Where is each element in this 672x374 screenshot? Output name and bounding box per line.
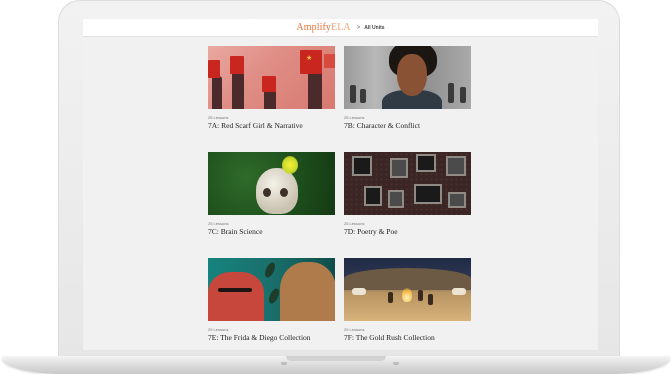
thumb-person [428, 294, 433, 305]
lesson-count: 25 Lessons [344, 327, 365, 332]
lesson-count: 25 Lessons [208, 327, 229, 332]
unit-thumbnail-red-scarf-girl[interactable]: ★ [208, 46, 335, 109]
unit-card-7e[interactable]: 25 Lessons 7E: The Frida & Diego Collect… [208, 258, 335, 342]
thumb-skull-eye [263, 188, 271, 197]
thumb-hand [212, 76, 222, 109]
thumb-leaf [266, 287, 282, 305]
thumb-picture-frame [414, 184, 442, 204]
laptop-hinge-mark [393, 362, 399, 365]
thumb-red-book [262, 76, 276, 92]
breadcrumb-all-units[interactable]: All Units [364, 25, 384, 31]
unit-thumbnail-character-conflict[interactable] [344, 46, 471, 109]
thumb-red-book [324, 54, 335, 68]
unit-card-7b[interactable]: 25 Lessons 7B: Character & Conflict [344, 46, 471, 130]
thumb-picture-frame [448, 192, 466, 208]
unit-title[interactable]: 7D: Poetry & Poe [344, 227, 471, 236]
thumb-leaf [262, 261, 278, 279]
unit-title[interactable]: 7F: The Gold Rush Collection [344, 333, 471, 342]
thumb-red-book [230, 56, 244, 74]
unit-title[interactable]: 7A: Red Scarf Girl & Narrative [208, 121, 335, 130]
thumb-hand [232, 72, 244, 109]
thumb-picture-frame [364, 186, 382, 206]
thumb-picture-frame [352, 156, 372, 176]
unit-title[interactable]: 7C: Brain Science [208, 227, 335, 236]
laptop-base [2, 356, 670, 374]
lesson-count: 25 Lessons [344, 221, 365, 226]
thumb-frida-face [208, 272, 264, 321]
unit-thumbnail-poetry-poe[interactable] [344, 152, 471, 215]
thumb-hand [308, 68, 322, 109]
amplify-ela-logo[interactable]: AmplifyELA [296, 22, 350, 33]
thumb-red-book [208, 60, 220, 78]
thumb-hill [344, 268, 471, 290]
unit-card-7d[interactable]: 25 Lessons 7D: Poetry & Poe [344, 152, 471, 236]
thumb-background-figure [360, 89, 366, 103]
thumb-face [397, 54, 427, 96]
thumb-picture-frame [416, 154, 436, 172]
unit-thumbnail-gold-rush[interactable] [344, 258, 471, 321]
laptop-hinge-mark [281, 362, 287, 365]
unit-card-7c[interactable]: 25 Lessons 7C: Brain Science [208, 152, 335, 236]
laptop-notch [286, 356, 386, 361]
thumb-star-icon: ★ [306, 55, 313, 62]
thumb-background-figure [448, 83, 454, 103]
thumb-background-figure [460, 87, 466, 103]
screen: AmplifyELA > All Units ★ 25 Lessons 7A: … [83, 19, 598, 350]
thumb-diego-face [280, 262, 335, 321]
lesson-count: 25 Lessons [208, 221, 229, 226]
thumb-glow [282, 156, 298, 174]
unit-card-7f[interactable]: 25 Lessons 7F: The Gold Rush Collection [344, 258, 471, 342]
thumb-skull-eye [280, 188, 288, 197]
logo-secondary-text: ELA [331, 22, 351, 33]
thumb-background-figure [350, 85, 356, 103]
thumb-brow [218, 288, 252, 292]
thumb-picture-frame [446, 156, 466, 176]
thumb-picture-frame [388, 190, 404, 208]
lesson-count: 25 Lessons [344, 115, 365, 120]
unit-title[interactable]: 7B: Character & Conflict [344, 121, 471, 130]
thumb-person [388, 292, 393, 303]
unit-card-7a[interactable]: ★ 25 Lessons 7A: Red Scarf Girl & Narrat… [208, 46, 335, 130]
thumb-person [418, 290, 423, 301]
logo-primary-text: Amplify [296, 22, 332, 33]
thumb-picture-frame [390, 158, 408, 178]
unit-thumbnail-brain-science[interactable] [208, 152, 335, 215]
unit-thumbnail-frida-diego[interactable] [208, 258, 335, 321]
thumb-campfire [402, 288, 412, 302]
lesson-count: 25 Lessons [208, 115, 229, 120]
thumb-horse [452, 288, 466, 295]
top-bar: AmplifyELA > All Units [83, 19, 598, 37]
unit-title[interactable]: 7E: The Frida & Diego Collection [208, 333, 335, 342]
breadcrumb-separator: > [356, 24, 361, 31]
thumb-horse [352, 288, 366, 295]
